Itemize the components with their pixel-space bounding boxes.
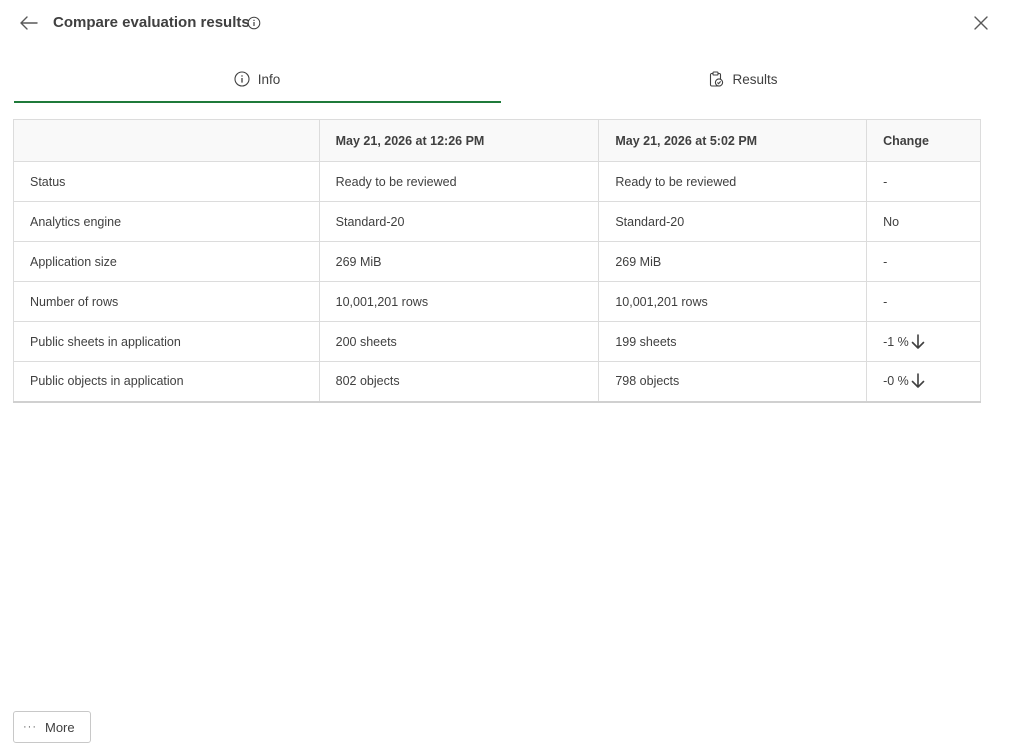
second-evaluation-cell: 199 sheets — [598, 321, 868, 362]
first-evaluation-cell: 200 sheets — [318, 321, 600, 362]
first-evaluation-cell: 10,001,201 rows — [318, 281, 600, 322]
metric-cell: Application size — [13, 241, 320, 282]
metric-cell: Public sheets in application — [13, 321, 320, 362]
second-evaluation-cell: 10,001,201 rows — [598, 281, 868, 322]
arrow-down-icon — [911, 373, 925, 389]
tab-info[interactable]: Info — [14, 55, 500, 103]
more-button[interactable]: ··· More — [13, 711, 91, 743]
second-evaluation-cell: Ready to be reviewed — [598, 161, 868, 202]
second-evaluation-cell: 269 MiB — [598, 241, 868, 282]
table-row: Analytics engine Standard-20 Standard-20 No — [13, 201, 981, 242]
tab-info-label: Info — [257, 71, 281, 87]
table-header-row: May 21, 2026 at 12:26 PM May 21, 2026 at… — [13, 119, 981, 162]
metric-cell: Number of rows — [13, 281, 320, 322]
table-row: Number of rows 10,001,201 rows 10,001,201 … — [13, 281, 981, 322]
back-button[interactable] — [16, 11, 42, 35]
change-value: - — [883, 174, 888, 189]
close-button[interactable] — [970, 12, 992, 34]
table-row: Application size 269 MiB 269 MiB - — [13, 241, 981, 282]
info-icon — [234, 71, 250, 87]
dialog-header: Compare evaluation results — [0, 0, 1009, 48]
metric-cell: Status — [13, 161, 320, 202]
tab-results[interactable]: Results — [500, 55, 986, 103]
change-cell: - — [866, 241, 981, 282]
second-evaluation-cell: Standard-20 — [598, 201, 868, 242]
table-row: Public objects in application 802 objects… — [13, 361, 981, 403]
metric-cell: Public objects in application — [13, 361, 320, 403]
info-icon[interactable] — [247, 16, 261, 30]
tab-results-label: Results — [732, 71, 778, 87]
change-cell: - — [866, 281, 981, 322]
change-cell: No — [866, 201, 981, 242]
column-header-metric — [13, 119, 320, 162]
column-header-first-evaluation: May 21, 2026 at 12:26 PM — [318, 119, 600, 162]
arrow-down-icon — [911, 333, 925, 350]
comparison-table: May 21, 2026 at 12:26 PM May 21, 2026 at… — [13, 119, 981, 403]
page-title: Compare evaluation results — [53, 14, 250, 31]
second-evaluation-cell: 798 objects — [598, 361, 868, 403]
close-icon — [974, 16, 988, 30]
change-cell: -0 % — [866, 361, 981, 403]
change-value: -0 % — [883, 374, 909, 389]
clipboard-check-icon — [708, 71, 724, 87]
first-evaluation-cell: 269 MiB — [318, 241, 600, 282]
more-dots-icon: ··· — [23, 720, 37, 733]
metric-cell: Analytics engine — [13, 201, 320, 242]
change-cell: - — [866, 161, 981, 202]
change-value: No — [883, 214, 900, 229]
first-evaluation-cell: Ready to be reviewed — [318, 161, 600, 202]
arrow-left-icon — [20, 16, 38, 30]
column-header-second-evaluation: May 21, 2026 at 5:02 PM — [598, 119, 868, 162]
change-value: - — [883, 254, 888, 269]
table-row: Public sheets in application 200 sheets 19… — [13, 321, 981, 362]
comparison-table-container: May 21, 2026 at 12:26 PM May 21, 2026 at… — [13, 119, 981, 403]
table-row: Status Ready to be reviewed Ready to be re… — [13, 161, 981, 202]
more-button-label: More — [45, 719, 75, 735]
tab-selected-indicator — [14, 101, 501, 103]
change-cell: -1 % — [866, 321, 981, 362]
first-evaluation-cell: Standard-20 — [318, 201, 600, 242]
tab-bar: Info Results — [14, 55, 986, 103]
change-value: - — [883, 294, 888, 309]
change-value: -1 % — [883, 334, 909, 349]
first-evaluation-cell: 802 objects — [318, 361, 600, 403]
column-header-change: Change — [866, 119, 981, 162]
